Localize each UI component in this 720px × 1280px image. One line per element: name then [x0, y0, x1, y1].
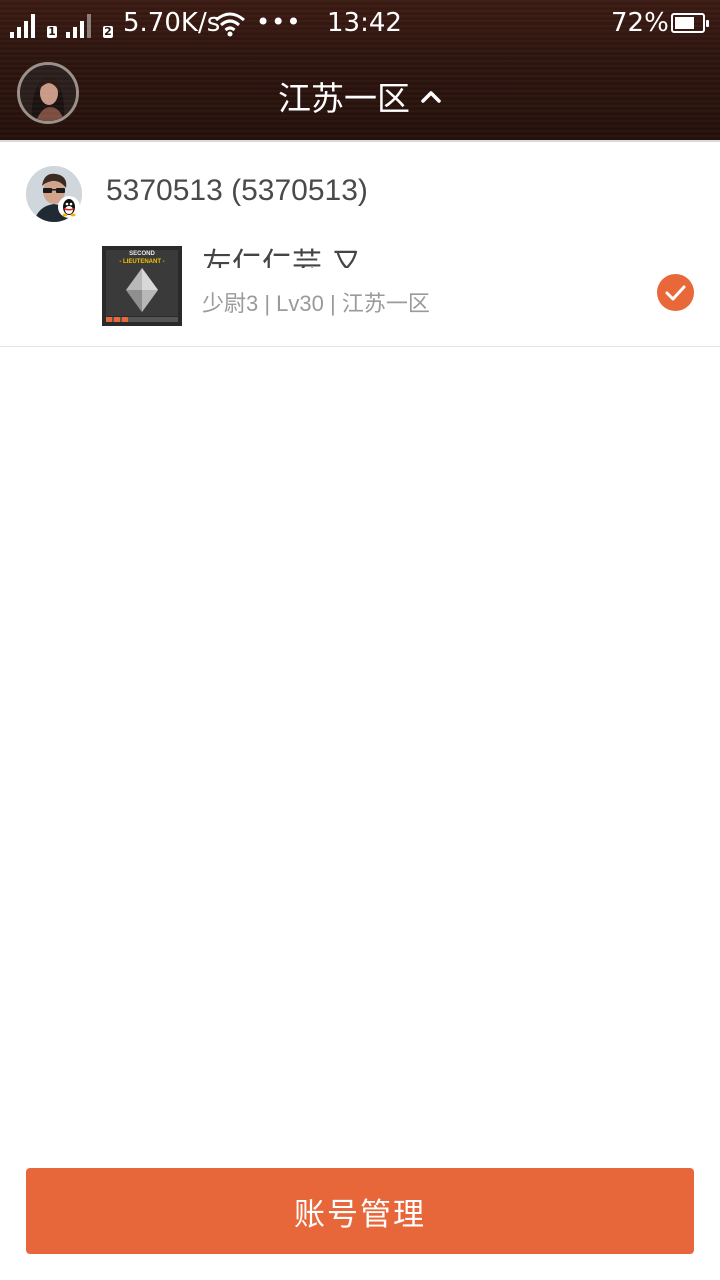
- server-title: 江苏一区: [278, 79, 410, 118]
- list-divider: [0, 346, 720, 347]
- battery-icon: [671, 13, 709, 33]
- network-speed: 5.70K/s: [123, 8, 221, 38]
- rank-text-1: SECOND: [129, 251, 155, 257]
- battery-percent: 72%: [611, 8, 669, 38]
- status-bar: 1 2 5.70K/s ••• 13:42 72%: [0, 0, 720, 46]
- signal-icon: [66, 12, 91, 38]
- server-selector[interactable]: 江苏一区: [0, 72, 720, 120]
- role-info: 少尉3 | Lv30 | 江苏一区: [202, 291, 430, 316]
- rank-badge-image: SECOND - LIEUTENANT -: [102, 246, 182, 326]
- account-item[interactable]: 5370513 (5370513) SECOND - LIEUTENANT - …: [0, 142, 720, 347]
- role-name: 左仁仁芸 又: [202, 247, 362, 268]
- chevron-up-icon: [421, 91, 441, 103]
- clock: 13:42: [327, 8, 402, 38]
- account-name: 5370513 (5370513): [106, 174, 368, 207]
- account-management-button[interactable]: 账号管理: [26, 1168, 694, 1254]
- rank-text-2: - LIEUTENANT -: [119, 259, 164, 265]
- more-dots: •••: [256, 8, 302, 36]
- sim1-label: 1: [47, 25, 57, 38]
- selected-check-icon[interactable]: [657, 274, 694, 311]
- qq-icon: [58, 196, 80, 218]
- signal-icon: [10, 12, 35, 38]
- sim2-label: 2: [103, 25, 113, 38]
- top-bar: 1 2 5.70K/s ••• 13:42 72% 江苏一区: [0, 0, 720, 140]
- wifi-icon: [215, 12, 245, 37]
